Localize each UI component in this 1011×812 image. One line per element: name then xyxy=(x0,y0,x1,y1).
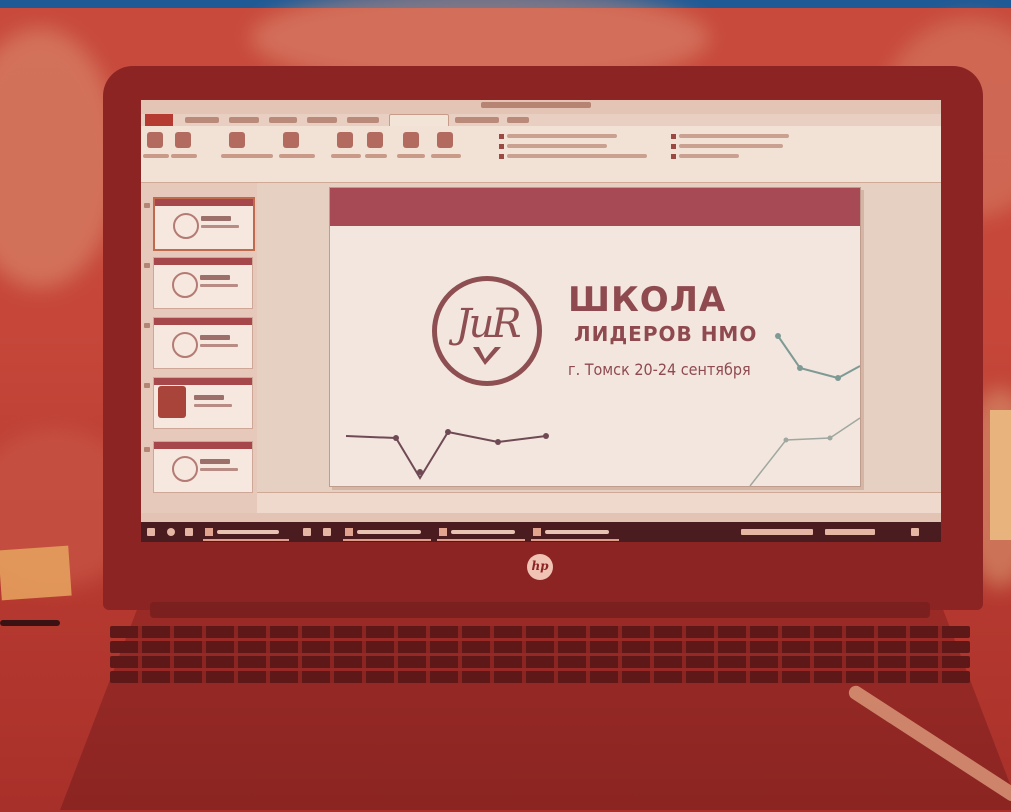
current-slide[interactable]: JuR ШКОЛА ЛИДЕРОВ НМО г. Томск 20-24 сен… xyxy=(329,187,861,487)
laptop-screen: JuR ШКОЛА ЛИДЕРОВ НМО г. Томск 20-24 сен… xyxy=(141,100,941,542)
tab-file[interactable] xyxy=(145,114,173,126)
search-icon[interactable] xyxy=(167,528,175,536)
setup-slide-show-button[interactable] xyxy=(337,132,353,148)
record-slide-show-button[interactable] xyxy=(437,132,453,148)
laptop-hinge xyxy=(150,602,930,618)
checkbox[interactable] xyxy=(499,144,504,149)
tab-view[interactable] xyxy=(507,117,529,123)
clock xyxy=(825,529,875,535)
checkbox[interactable] xyxy=(499,134,504,139)
slide-thumbnail[interactable] xyxy=(153,197,255,251)
checkbox[interactable] xyxy=(499,154,504,159)
slide-thumbnail[interactable] xyxy=(153,317,253,369)
window-title xyxy=(481,102,591,108)
tab-insert[interactable] xyxy=(229,117,259,123)
taskbar-app-button[interactable] xyxy=(343,525,431,541)
tab-home[interactable] xyxy=(185,117,219,123)
tab-design[interactable] xyxy=(269,117,297,123)
system-tray[interactable] xyxy=(741,529,813,535)
tab-review[interactable] xyxy=(455,117,499,123)
checkbox[interactable] xyxy=(671,134,676,139)
hp-logo-icon: hp xyxy=(527,554,553,580)
keyboard xyxy=(110,626,970,696)
windows-start-icon[interactable] xyxy=(147,528,155,536)
ribbon-tabs xyxy=(141,114,941,128)
speaker-photo xyxy=(158,386,186,418)
slide-date: г. Томск 20-24 сентября xyxy=(568,360,751,379)
custom-slide-show-button[interactable] xyxy=(283,132,299,148)
notification-icon[interactable] xyxy=(911,528,919,536)
hide-slide-button[interactable] xyxy=(367,132,383,148)
sticky-note xyxy=(0,545,72,601)
paper-stack xyxy=(990,410,1011,540)
cable xyxy=(0,620,60,626)
checkbox[interactable] xyxy=(671,154,676,159)
tab-transitions[interactable] xyxy=(307,117,337,123)
windows-taskbar xyxy=(141,522,941,542)
title-bar xyxy=(141,100,941,114)
file-explorer-icon[interactable] xyxy=(303,528,311,536)
taskbar-pinned-icon[interactable] xyxy=(323,528,331,536)
checkbox[interactable] xyxy=(671,144,676,149)
from-beginning-button[interactable] xyxy=(147,132,163,148)
status-bar xyxy=(141,513,941,522)
task-view-icon[interactable] xyxy=(185,528,193,536)
slide-thumbnail[interactable] xyxy=(153,257,253,309)
tab-animations[interactable] xyxy=(347,117,379,123)
slide-title: ШКОЛА xyxy=(568,280,727,320)
taskbar-app-button[interactable] xyxy=(203,525,289,541)
slide-thumbnails-pane xyxy=(141,183,258,513)
notes-pane[interactable] xyxy=(257,492,941,514)
online-present-button[interactable] xyxy=(229,132,245,148)
powerpoint-icon[interactable] xyxy=(531,525,619,541)
slide-thumbnail[interactable] xyxy=(153,441,253,493)
slide-thumbnail[interactable] xyxy=(153,377,253,429)
school-logo-icon: JuR xyxy=(432,276,542,386)
slide-editor: JuR ШКОЛА ЛИДЕРОВ НМО г. Томск 20-24 сен… xyxy=(257,183,941,513)
ribbon xyxy=(141,126,941,183)
from-current-slide-button[interactable] xyxy=(175,132,191,148)
taskbar-app-button[interactable] xyxy=(437,525,525,541)
slide-subtitle: ЛИДЕРОВ НМО xyxy=(574,322,758,346)
rehearse-timings-button[interactable] xyxy=(403,132,419,148)
